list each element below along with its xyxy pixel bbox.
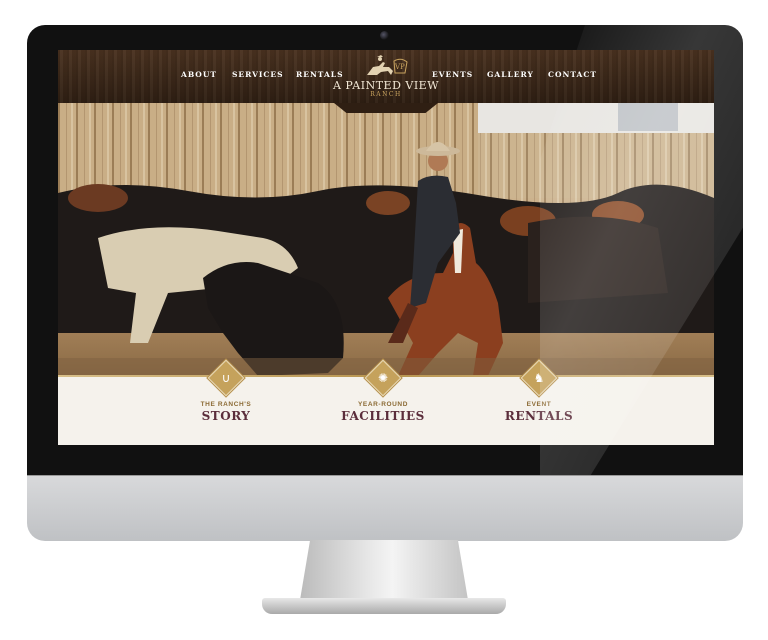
feature-story-badge: ∪ — [207, 359, 245, 397]
camera-icon — [380, 31, 389, 40]
website-screen: ABOUT SERVICES RENTALS EVENTS GALLERY CO… — [58, 50, 714, 445]
feature-story-title: STORY — [201, 409, 251, 423]
nav-gallery[interactable]: GALLERY — [487, 70, 534, 79]
hero-image — [58, 103, 714, 376]
feature-facilities-badge: ✺ — [364, 359, 402, 397]
feature-facilities-title: FACILITIES — [341, 409, 425, 423]
feature-rentals-title: RENTALS — [504, 409, 574, 423]
svg-text:VP: VP — [394, 63, 405, 71]
horseshoe-icon: ∪ — [221, 371, 231, 385]
feature-facilities[interactable]: ✺ YEAR-ROUND FACILITIES — [323, 359, 443, 423]
feature-rentals-badge: ♞ — [520, 359, 558, 397]
feature-story-kicker: THE RANCH'S — [200, 401, 252, 408]
site-logo[interactable]: VP A PAINTED VIEW RANCH — [333, 53, 439, 113]
feature-facilities-kicker: YEAR-ROUND — [357, 401, 409, 408]
feature-rentals[interactable]: ♞ EVENT RENTALS — [479, 359, 599, 423]
feature-story[interactable]: ∪ THE RANCH'S STORY — [166, 359, 286, 423]
monitor-stand — [300, 540, 468, 600]
nav-contact[interactable]: CONTACT — [548, 70, 597, 79]
cowboy-on-horse-logo-icon: VP — [367, 55, 408, 75]
wagon-wheel-icon: ✺ — [377, 371, 389, 385]
logo-subtitle: RANCH — [370, 91, 402, 98]
site-header: ABOUT SERVICES RENTALS EVENTS GALLERY CO… — [58, 50, 714, 103]
nav-events[interactable]: EVENTS — [432, 70, 473, 79]
hero-photo-cattle-and-rider — [58, 103, 714, 376]
nav-about[interactable]: ABOUT — [181, 70, 217, 79]
nav-services[interactable]: SERVICES — [232, 70, 284, 79]
monitor-stand-base — [262, 598, 506, 614]
feature-rentals-kicker: EVENT — [526, 401, 552, 408]
horse-head-icon: ♞ — [533, 371, 545, 385]
monitor-chin — [27, 475, 743, 541]
